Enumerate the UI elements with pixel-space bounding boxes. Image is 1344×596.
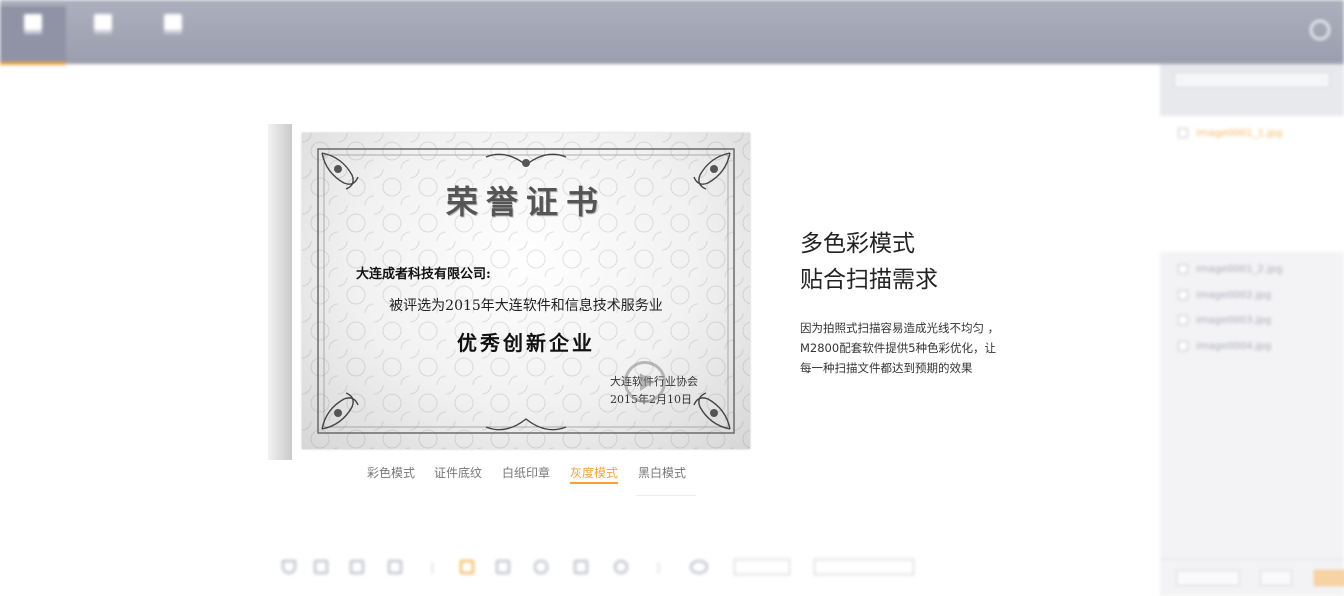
feature-heading-line: 贴合扫描需求 xyxy=(800,267,938,293)
preview-stage: 荣誉证书 大连成者科技有限公司: 被评选为2015年大连软件和信息技术服务业 优… xyxy=(268,124,758,460)
file-name: image0001_2.jpg xyxy=(1196,264,1283,275)
pointer-icon[interactable] xyxy=(282,560,296,574)
image-icon[interactable] xyxy=(574,560,588,574)
tab-divider xyxy=(636,495,696,496)
document-icon xyxy=(164,14,182,34)
checkbox-icon[interactable] xyxy=(1178,341,1188,351)
sidebar-footer xyxy=(1160,559,1344,596)
rotate-icon[interactable] xyxy=(614,560,628,574)
mode-button-3[interactable] xyxy=(140,6,206,62)
shape-icon[interactable] xyxy=(534,560,548,574)
top-toolbar xyxy=(0,0,1344,65)
file-name: image0002.jpg xyxy=(1196,290,1272,301)
certificate-title: 荣誉证书 xyxy=(445,183,606,221)
mode-button-2[interactable] xyxy=(70,6,136,62)
feature-heading-line: 多色彩模式 xyxy=(800,231,915,257)
feature-heading: 多色彩模式 贴合扫描需求 xyxy=(800,226,938,298)
certificate-image: 荣誉证书 大连成者科技有限公司: 被评选为2015年大连软件和信息技术服务业 优… xyxy=(302,133,750,449)
file-item[interactable]: image0001_2.jpg xyxy=(1178,264,1283,275)
feature-description-line: M2800配套软件提供5种色彩优化，让 xyxy=(800,341,997,355)
mode-button-1[interactable] xyxy=(0,6,66,65)
toolbar-divider xyxy=(658,562,659,574)
document-icon xyxy=(94,14,112,34)
sidebar-footer-button[interactable] xyxy=(1176,570,1240,586)
certificate-citation: 被评选为2015年大连软件和信息技术服务业 xyxy=(389,298,663,314)
eye-icon[interactable] xyxy=(690,560,708,574)
checkbox-icon[interactable] xyxy=(1178,264,1188,274)
certificate-recipient: 大连成者科技有限公司: xyxy=(356,267,491,282)
tab-id-background[interactable]: 证件底纹 xyxy=(434,464,482,481)
document-icon xyxy=(24,14,42,34)
file-name: image0004.jpg xyxy=(1196,341,1272,352)
feature-description-line: 因为拍照式扫描容易造成光线不均匀 ， xyxy=(800,321,1000,335)
certificate-award: 优秀创新企业 xyxy=(457,331,595,355)
toolbar-divider xyxy=(432,562,433,574)
file-item[interactable]: image0001_1.jpg xyxy=(1178,128,1283,139)
file-sidebar: image0001_1.jpg image0001_2.jpg image000… xyxy=(1160,64,1344,596)
file-name: image0003.jpg xyxy=(1196,315,1272,326)
feature-description: 因为拍照式扫描容易造成光线不均匀 ， M2800配套软件提供5种色彩优化，让 每… xyxy=(800,318,999,378)
sidebar-footer-button[interactable] xyxy=(1260,570,1292,586)
layout-icon[interactable] xyxy=(388,560,402,574)
selected-file-panel: image0001_1.jpg xyxy=(1160,116,1344,252)
tab-grayscale-mode[interactable]: 灰度模式 xyxy=(570,464,618,481)
checkbox-icon[interactable] xyxy=(1178,128,1188,138)
play-icon[interactable] xyxy=(624,361,666,403)
tab-color-mode[interactable]: 彩色模式 xyxy=(367,464,415,481)
sidebar-header xyxy=(1160,64,1344,116)
tab-black-white-mode[interactable]: 黑白模式 xyxy=(638,464,686,481)
feature-description-line: 每一种扫描文件都达到预期的效果 xyxy=(800,361,973,375)
toolbar-dropdown[interactable] xyxy=(814,559,914,575)
checkbox-icon[interactable] xyxy=(1178,290,1188,300)
split-page-icon[interactable] xyxy=(350,560,364,574)
file-item[interactable]: image0003.jpg xyxy=(1178,315,1271,326)
active-tab-indicator xyxy=(570,482,618,484)
file-name: image0001_1.jpg xyxy=(1196,128,1283,139)
file-item[interactable]: image0004.jpg xyxy=(1178,341,1271,352)
checkbox-icon[interactable] xyxy=(1178,315,1188,325)
refresh-icon[interactable] xyxy=(1310,20,1330,40)
sidebar-search-box[interactable] xyxy=(1174,72,1330,88)
crop-icon[interactable] xyxy=(496,560,510,574)
toolbar-dropdown[interactable] xyxy=(734,559,790,575)
sidebar-footer-button[interactable] xyxy=(1314,570,1344,586)
certificate-page-stack xyxy=(268,124,292,460)
bottom-toolbar xyxy=(280,558,920,578)
tab-white-paper-seal[interactable]: 白纸印章 xyxy=(502,464,550,481)
file-item[interactable]: image0002.jpg xyxy=(1178,290,1271,301)
single-page-icon[interactable] xyxy=(314,560,328,574)
page-icon[interactable] xyxy=(460,560,474,574)
